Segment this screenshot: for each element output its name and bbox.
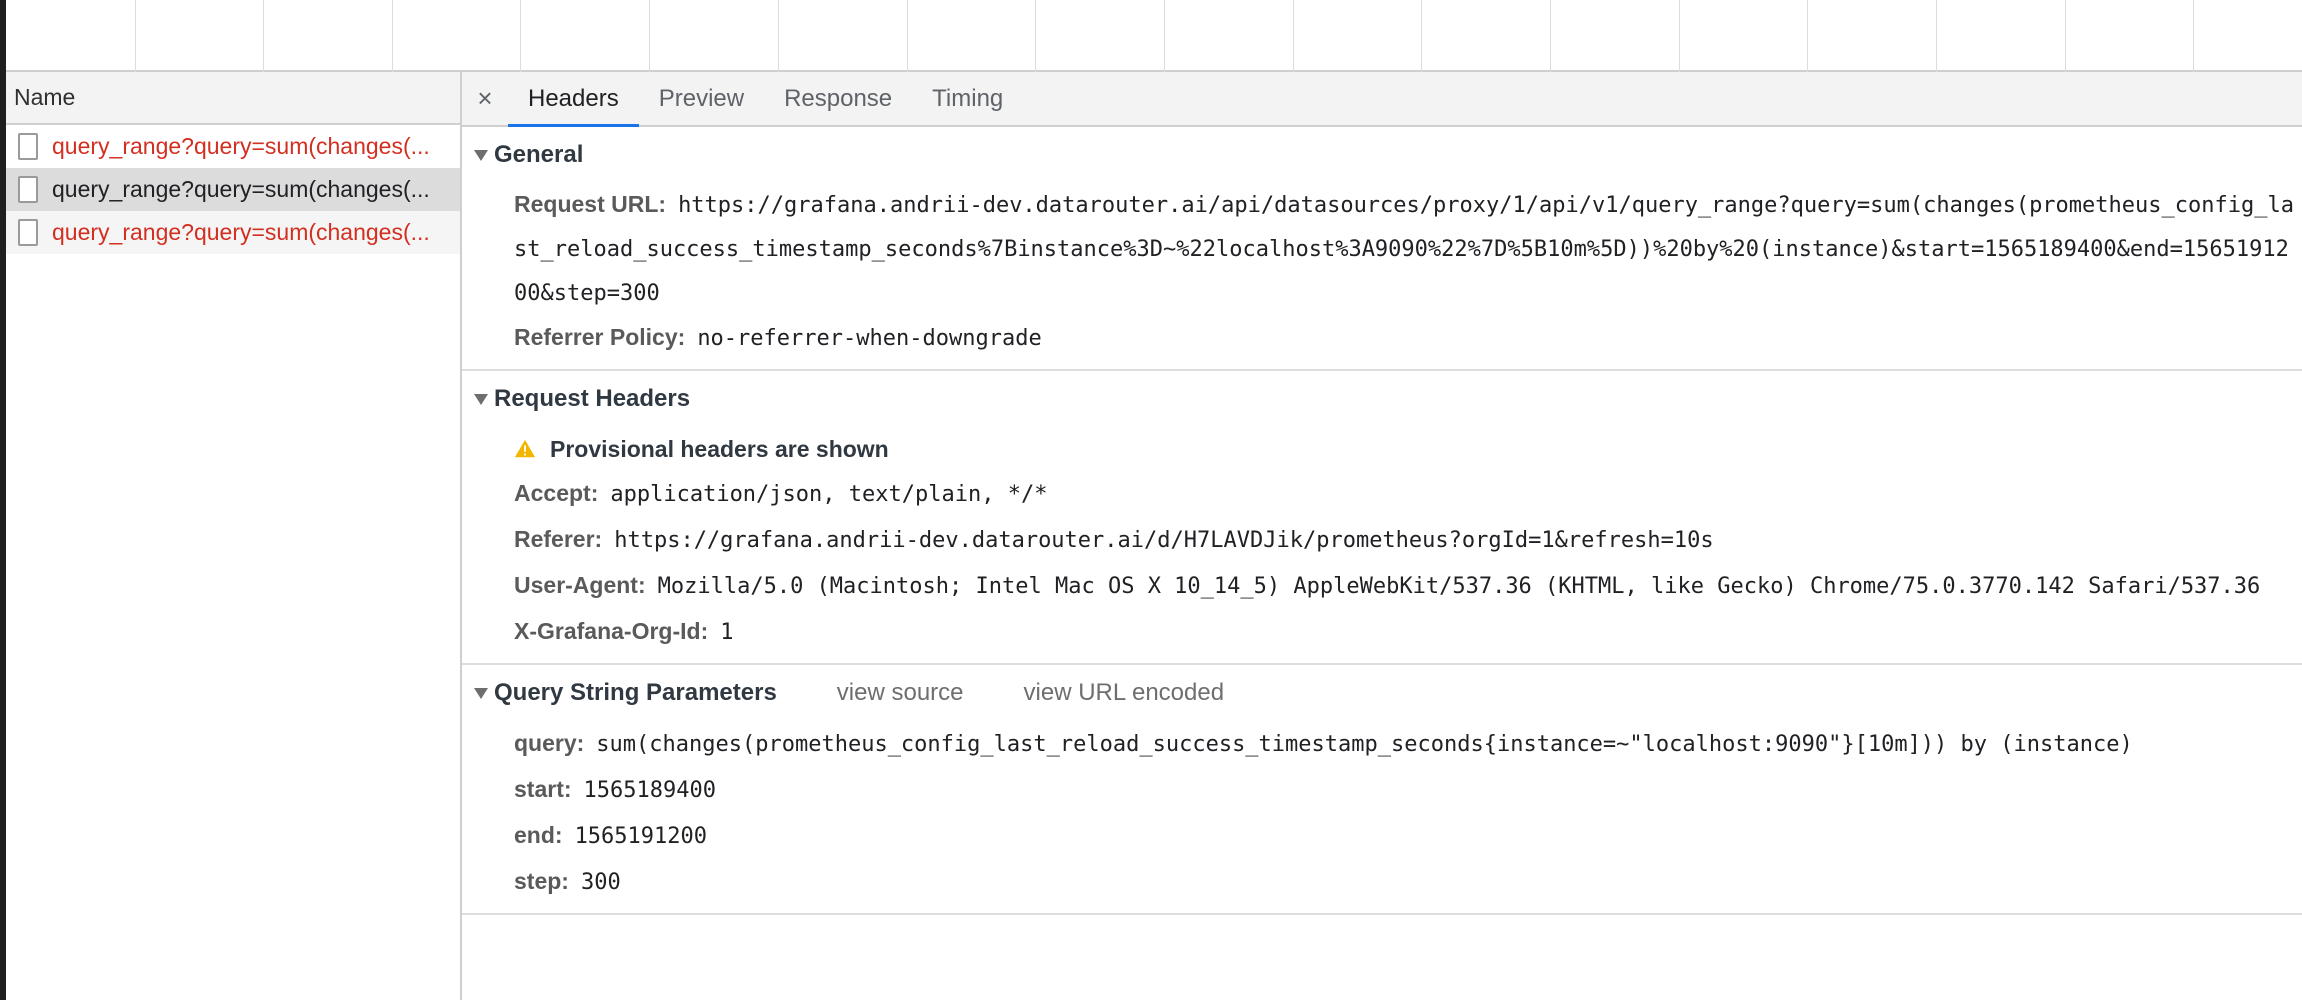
triangle-down-icon <box>474 149 488 161</box>
end-param-row: end: 1565191200 <box>462 813 2302 859</box>
step-param-value: 300 <box>580 870 621 895</box>
user-agent-header-value: Mozilla/5.0 (Macintosh; Intel Mac OS X 1… <box>657 574 2261 599</box>
referer-header-value: https://grafana.andrii-dev.datarouter.ai… <box>614 528 1714 553</box>
timeline-gridline <box>649 0 650 72</box>
request-name: query_range?query=sum(changes(... <box>52 176 430 202</box>
query-param-label: query: <box>514 730 585 756</box>
request-url-label: Request URL: <box>514 191 667 217</box>
timeline-gridline <box>1421 0 1422 72</box>
timeline-gridline <box>778 0 779 72</box>
accept-header-value: application/json, text/plain, */* <box>610 482 1048 507</box>
query-params-section-toggle[interactable]: Query String Parameters view source view… <box>462 665 2302 721</box>
start-param-row: start: 1565189400 <box>462 767 2302 813</box>
start-param-value: 1565189400 <box>583 778 716 803</box>
triangle-down-icon <box>474 687 488 699</box>
timeline-gridline <box>1807 0 1808 72</box>
referrer-policy-value: no-referrer-when-downgrade <box>697 326 1042 351</box>
request-row[interactable]: query_range?query=sum(changes(... <box>6 125 460 168</box>
tab-headers[interactable]: Headers <box>508 72 639 127</box>
accept-header-label: Accept: <box>514 480 599 506</box>
request-list: Name query_range?query=sum(changes(... q… <box>6 72 462 1000</box>
view-url-encoded-link[interactable]: view URL encoded <box>1024 679 1225 707</box>
end-param-label: end: <box>514 822 563 848</box>
request-row-selected[interactable]: query_range?query=sum(changes(... <box>6 168 460 211</box>
query-param-value: sum(changes(prometheus_config_last_reloa… <box>596 732 2133 757</box>
request-url-row: Request URL: https://grafana.andrii-dev.d… <box>462 183 2300 315</box>
referer-header-row: Referer: https://grafana.andrii-dev.datar… <box>462 517 2302 563</box>
warning-icon <box>514 439 536 458</box>
tab-preview[interactable]: Preview <box>639 72 764 125</box>
request-headers-section: Request Headers Provisional headers are … <box>462 371 2302 665</box>
timeline-gridline <box>1293 0 1294 72</box>
file-icon <box>18 219 38 246</box>
devtools-network-panel: Name query_range?query=sum(changes(... q… <box>0 0 2302 1000</box>
close-icon[interactable]: × <box>462 72 508 125</box>
general-section: General Request URL: https://grafana.andr… <box>462 127 2302 371</box>
timeline-gridline <box>1550 0 1551 72</box>
org-id-header-label: X-Grafana-Org-Id: <box>514 618 709 644</box>
view-source-link[interactable]: view source <box>837 679 964 707</box>
request-details: × Headers Preview Response Timing Genera… <box>462 72 2302 1000</box>
timeline-gridline <box>2065 0 2066 72</box>
timeline-gridline <box>520 0 521 72</box>
request-url-value: https://grafana.andrii-dev.datarouter.ai… <box>514 193 2294 306</box>
column-header-name[interactable]: Name <box>6 72 460 125</box>
query-params-section: Query String Parameters view source view… <box>462 665 2302 915</box>
org-id-header-row: X-Grafana-Org-Id: 1 <box>462 609 2302 655</box>
warning-text: Provisional headers are shown <box>550 436 889 462</box>
query-params-section-title: Query String Parameters <box>494 679 777 706</box>
tab-response[interactable]: Response <box>764 72 912 125</box>
user-agent-header-row: User-Agent: Mozilla/5.0 (Macintosh; Intel… <box>462 563 2302 609</box>
user-agent-header-label: User-Agent: <box>514 572 646 598</box>
general-section-title: General <box>494 141 584 168</box>
step-param-label: step: <box>514 868 569 894</box>
general-section-toggle[interactable]: General <box>462 127 2302 183</box>
timeline-gridline <box>392 0 393 72</box>
tab-timing[interactable]: Timing <box>912 72 1023 125</box>
timeline-gridline <box>263 0 264 72</box>
file-icon <box>18 176 38 203</box>
details-tabbar: × Headers Preview Response Timing <box>462 72 2302 127</box>
network-overview-timeline[interactable] <box>6 0 2302 72</box>
end-param-value: 1565191200 <box>574 824 708 849</box>
request-name: query_range?query=sum(changes(... <box>52 133 430 159</box>
referrer-policy-row: Referrer Policy: no-referrer-when-downgra… <box>462 315 2302 361</box>
org-id-header-value: 1 <box>720 620 734 645</box>
timeline-gridline <box>1035 0 1036 72</box>
timeline-gridline <box>1936 0 1937 72</box>
request-name: query_range?query=sum(changes(... <box>52 219 430 245</box>
accept-header-row: Accept: application/json, text/plain, */* <box>462 471 2302 517</box>
query-param-row: query: sum(changes(prometheus_config_last… <box>462 721 2302 767</box>
file-icon <box>18 133 38 160</box>
start-param-label: start: <box>514 776 572 802</box>
request-headers-section-toggle[interactable]: Request Headers <box>462 371 2302 427</box>
referrer-policy-label: Referrer Policy: <box>514 324 686 350</box>
timeline-gridline <box>1679 0 1680 72</box>
triangle-down-icon <box>474 393 488 405</box>
timeline-gridline <box>1164 0 1165 72</box>
timeline-gridline <box>2193 0 2194 72</box>
referer-header-label: Referer: <box>514 526 603 552</box>
step-param-row: step: 300 <box>462 859 2302 905</box>
timeline-gridline <box>907 0 908 72</box>
request-headers-section-title: Request Headers <box>494 385 691 412</box>
timeline-gridline <box>135 0 136 72</box>
request-row[interactable]: query_range?query=sum(changes(... <box>6 211 460 254</box>
provisional-headers-warning: Provisional headers are shown <box>462 427 2302 471</box>
